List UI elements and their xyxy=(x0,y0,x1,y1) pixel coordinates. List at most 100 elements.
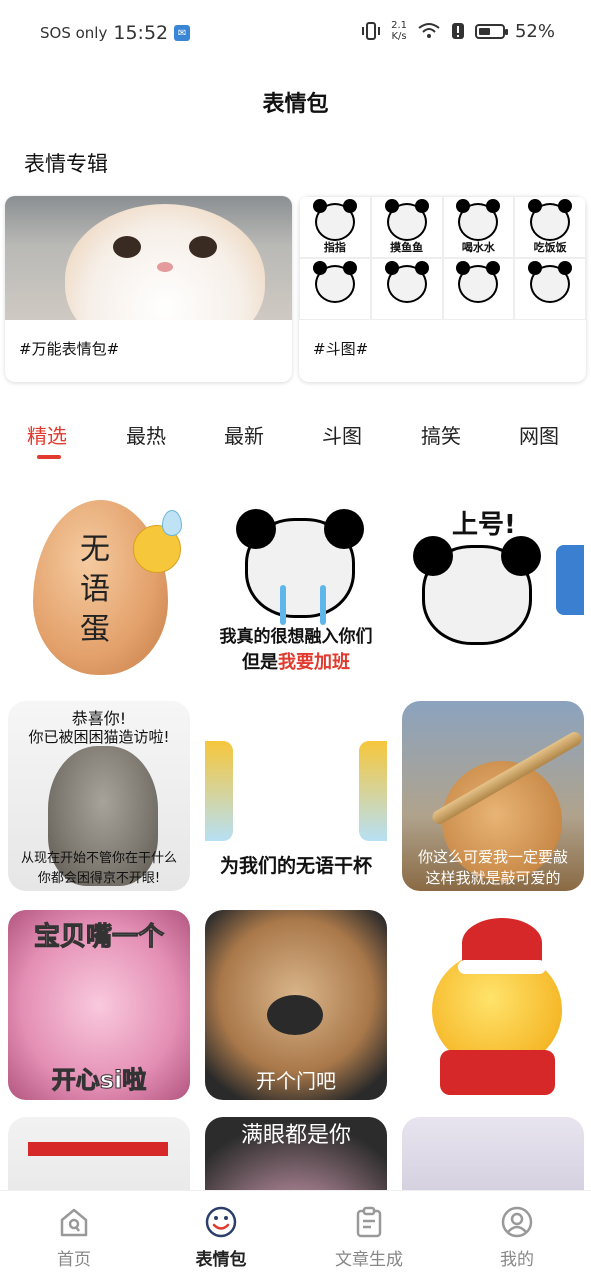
sticker-caption: 无语蛋 xyxy=(80,532,110,647)
album-label: #万能表情包# xyxy=(19,340,120,358)
bottom-nav: 首页 表情包 文章生成 我的 xyxy=(0,1190,591,1280)
santa-hat-image xyxy=(458,918,546,974)
game-character-image xyxy=(556,545,584,615)
sweat-emoji-icon xyxy=(133,510,182,573)
sticker-tile[interactable]: 无语蛋 xyxy=(8,490,190,680)
vibrate-icon xyxy=(362,22,381,40)
album-cover-cat xyxy=(5,196,292,320)
sticker-caption: 为我们的无语干杯 xyxy=(219,855,372,877)
category-tabs: 精选 最热 最新 斗图 搞笑 网图 xyxy=(0,420,591,464)
nav-label: 首页 xyxy=(57,1250,91,1270)
net-speed-unit: K/s xyxy=(391,31,407,42)
clipboard-icon xyxy=(356,1206,382,1238)
nav-article[interactable]: 文章生成 xyxy=(314,1205,424,1270)
panda-caption: 吃饭饭 xyxy=(533,239,567,255)
panda-cell xyxy=(299,258,371,320)
panda-image xyxy=(413,536,541,645)
net-speed-value: 2.1 xyxy=(391,20,407,31)
sticker-caption-highlight: 我要加班 xyxy=(278,652,350,673)
sticker-tile[interactable]: 你这么可爱我一定要敲 这样我就是敲可爱的 xyxy=(402,701,584,891)
sticker-tile[interactable] xyxy=(402,910,584,1100)
shiba-nose-image xyxy=(267,995,323,1035)
album-label: #斗图# xyxy=(313,340,369,358)
sticker-caption: 你这么可爱我一定要敲 xyxy=(417,848,568,866)
panda-cell: 喝水水 xyxy=(442,196,515,258)
sticker-caption: 上号! xyxy=(452,510,516,540)
tab-newest[interactable]: 最新 xyxy=(224,420,264,449)
tab-battle[interactable]: 斗图 xyxy=(322,420,362,449)
smile-icon xyxy=(205,1206,237,1238)
cup-right-image xyxy=(359,741,387,841)
nav-home[interactable]: 首页 xyxy=(19,1205,129,1270)
tab-hottest[interactable]: 最热 xyxy=(126,420,166,449)
tab-web-images[interactable]: 网图 xyxy=(519,420,559,449)
panda-cell: 吃饭饭 xyxy=(514,196,586,258)
panda-cell: 摸鱼鱼 xyxy=(370,196,443,258)
scarf-image xyxy=(440,1050,555,1095)
sticker-caption: 我真的很想融入你们 xyxy=(219,627,373,647)
page-title: 表情包 xyxy=(262,92,329,117)
sticker-caption-part: 但是 xyxy=(242,652,278,673)
panda-cell xyxy=(442,258,515,320)
albums-section-title: 表情专辑 xyxy=(24,152,108,176)
cat-eye-right xyxy=(189,236,217,258)
carrier-text: SOS only xyxy=(40,24,108,42)
status-bar: SOS only 15:52 ✉ 2.1 K/s 52% xyxy=(0,0,591,66)
nav-stickers[interactable]: 表情包 xyxy=(166,1205,276,1270)
headband-image xyxy=(28,1142,168,1156)
panda-crying-image xyxy=(236,509,364,618)
panda-caption: 喝水水 xyxy=(461,239,495,255)
panda-cell xyxy=(370,258,443,320)
album-cover-panda-grid: 指指 摸鱼鱼 喝水水 吃饭饭 xyxy=(299,196,586,320)
tear xyxy=(280,585,286,625)
sticker-caption: 满眼都是你 xyxy=(240,1123,351,1148)
sticker-tile[interactable]: 满眼都是你 xyxy=(205,1117,387,1190)
album-card-2[interactable]: 指指 摸鱼鱼 喝水水 吃饭饭 #斗图# xyxy=(299,196,586,382)
panda-cell: 指指 xyxy=(299,196,371,258)
notification-app-icon: ✉ xyxy=(174,25,191,41)
tear xyxy=(320,585,326,625)
sticker-caption-top2: 你已被困困猫造访啦! xyxy=(28,728,170,746)
sticker-tile[interactable] xyxy=(402,1117,584,1190)
sticker-tile[interactable]: 宝贝嘴一个 开心si啦 xyxy=(8,910,190,1100)
battery-percent: 52% xyxy=(514,20,555,42)
sticker-caption-line2: 但是我要加班 xyxy=(205,648,387,674)
sticker-caption-bottom: 开心si啦 xyxy=(51,1066,147,1095)
panda-cell xyxy=(514,258,586,320)
sticker-caption-top: 宝贝嘴一个 xyxy=(33,922,164,953)
tab-funny[interactable]: 搞笑 xyxy=(421,420,461,449)
panda-caption: 摸鱼鱼 xyxy=(390,239,424,255)
sticker-caption-bottom2: 你都会困得京不开眼! xyxy=(37,871,161,886)
nav-profile[interactable]: 我的 xyxy=(462,1205,572,1270)
album-card-1[interactable]: #万能表情包# xyxy=(5,196,292,382)
status-right: 2.1 K/s 52% xyxy=(361,20,555,42)
sticker-grid: 无语蛋 我真的很想融入你们 但是我要加班 上号! 恭喜你! 你已被困困猫造访啦!… xyxy=(0,490,591,1190)
tab-featured[interactable]: 精选 xyxy=(27,420,67,449)
cat-nose xyxy=(157,262,173,272)
nav-label: 我的 xyxy=(500,1250,534,1270)
sticker-tile[interactable]: 上号! xyxy=(402,490,584,680)
tab-active-indicator xyxy=(37,455,61,459)
nav-label: 文章生成 xyxy=(335,1250,403,1270)
battery-icon xyxy=(474,23,508,39)
battery-fill xyxy=(478,27,491,35)
sticker-caption-bottom: 从现在开始不管你在干什么 xyxy=(20,851,177,866)
home-icon xyxy=(60,1208,88,1237)
alert-icon xyxy=(451,23,464,39)
sticker-caption-line2: 这样我就是敲可爱的 xyxy=(425,869,561,887)
sticker-tile[interactable]: 我真的很想融入你们 但是我要加班 xyxy=(205,490,387,680)
cat-face-image xyxy=(65,204,265,320)
nav-label: 表情包 xyxy=(195,1250,247,1270)
sticker-tile[interactable]: 开个门吧 xyxy=(205,910,387,1100)
sticker-tile[interactable]: 为我们的无语干杯 xyxy=(205,701,387,891)
sticker-tile[interactable] xyxy=(8,1117,190,1190)
status-left: SOS only 15:52 ✉ xyxy=(40,22,191,44)
cup-left-image xyxy=(205,741,233,841)
sticker-tile[interactable]: 恭喜你! 你已被困困猫造访啦! 从现在开始不管你在干什么 你都会困得京不开眼! xyxy=(8,701,190,891)
clock: 15:52 xyxy=(113,22,169,44)
panda-caption: 指指 xyxy=(323,239,346,255)
sticker-caption: 开个门吧 xyxy=(256,1069,336,1093)
cat-eye-left xyxy=(113,236,141,258)
net-speed: 2.1 K/s xyxy=(391,20,407,42)
user-icon xyxy=(501,1206,533,1238)
